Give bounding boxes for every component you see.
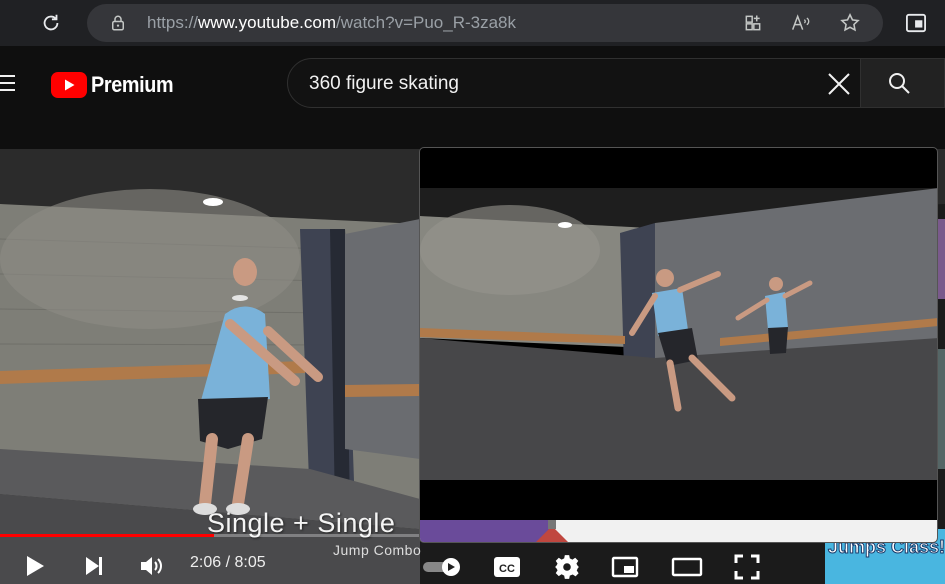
autoplay-toggle[interactable] bbox=[420, 556, 466, 578]
logo-text: Premium bbox=[91, 72, 174, 97]
preview-video-frame bbox=[420, 188, 937, 480]
player-controls: 2:06 / 8:05 CC bbox=[0, 544, 825, 584]
browser-toolbar: https://www.youtube.com/watch?v=Puo_R-3z… bbox=[0, 0, 945, 46]
search-icon bbox=[889, 73, 910, 94]
clear-search-icon[interactable] bbox=[824, 69, 854, 99]
search-query: 360 figure skating bbox=[309, 73, 459, 94]
time-display: 2:06 / 8:05 bbox=[190, 554, 266, 571]
url-path: /watch?v=Puo_R-3za8k bbox=[335, 13, 517, 32]
address-bar[interactable]: https://www.youtube.com/watch?v=Puo_R-3z… bbox=[87, 4, 883, 42]
video-preview-popup[interactable] bbox=[419, 147, 938, 543]
svg-text:CC: CC bbox=[499, 563, 515, 575]
sidebar-thumbnail[interactable] bbox=[937, 219, 945, 299]
preview-scrubber-marker[interactable] bbox=[532, 520, 572, 542]
url-text[interactable]: https://www.youtube.com/watch?v=Puo_R-3z… bbox=[147, 13, 516, 33]
lock-icon[interactable] bbox=[103, 8, 133, 38]
preview-progress-bar[interactable] bbox=[420, 520, 937, 542]
youtube-logo[interactable]: Premium bbox=[51, 72, 182, 98]
refresh-icon[interactable] bbox=[36, 8, 66, 38]
play-icon[interactable] bbox=[21, 552, 49, 580]
url-domain: www.youtube.com bbox=[198, 13, 336, 32]
sidebar-thumbnail[interactable] bbox=[937, 349, 945, 469]
tab-actions-icon[interactable] bbox=[901, 8, 931, 38]
volume-icon[interactable] bbox=[137, 552, 167, 580]
next-icon[interactable] bbox=[80, 552, 108, 580]
youtube-masthead: Premium 360 figure skating bbox=[0, 46, 945, 126]
settings-gear-icon[interactable] bbox=[552, 552, 582, 582]
favorite-star-icon[interactable] bbox=[835, 8, 865, 38]
extensions-icon[interactable] bbox=[738, 8, 768, 38]
search-button[interactable] bbox=[861, 58, 945, 108]
menu-icon[interactable] bbox=[0, 68, 18, 98]
theater-mode-icon[interactable] bbox=[670, 553, 704, 581]
captions-icon[interactable]: CC bbox=[492, 554, 522, 580]
url-scheme: https:// bbox=[147, 13, 199, 32]
read-aloud-icon[interactable] bbox=[786, 8, 816, 38]
miniplayer-icon[interactable] bbox=[610, 553, 640, 581]
search-input[interactable]: 360 figure skating bbox=[287, 58, 861, 108]
fullscreen-icon[interactable] bbox=[732, 552, 762, 582]
youtube-play-logo bbox=[51, 72, 87, 98]
video-progress-played bbox=[0, 534, 214, 537]
